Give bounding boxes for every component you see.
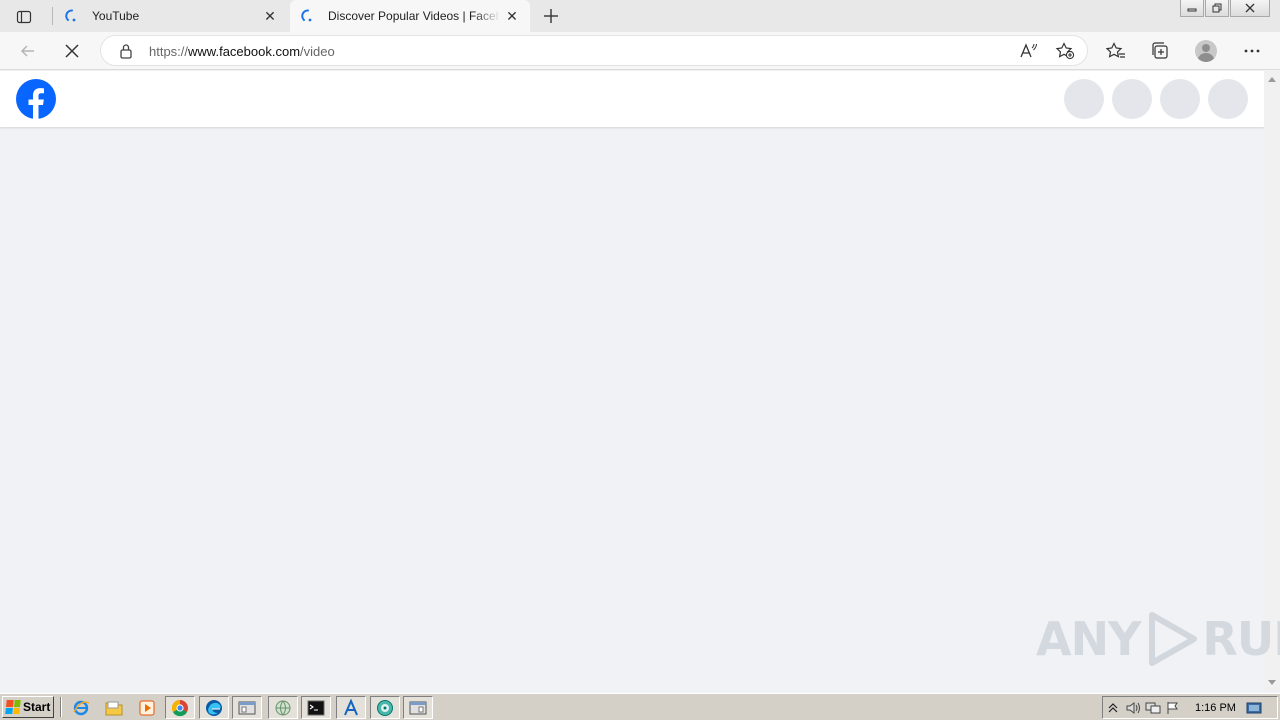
restore-icon [1212,3,1222,13]
globe-settings-icon [275,700,291,715]
stop-loading-button[interactable] [57,37,87,65]
media-player-launch-button[interactable] [132,696,162,719]
letter-a-icon [344,698,358,715]
window2-taskbar-button[interactable] [403,696,433,719]
restore-button[interactable] [1205,0,1229,17]
address-bar[interactable]: https://www.facebook.com/video [100,35,1088,66]
loading-icon [300,8,316,24]
loading-icon [64,8,80,24]
disc-icon [377,699,393,716]
tab-actions-icon [16,10,32,24]
start-label: Start [23,700,51,714]
taskbar-clock[interactable]: 1:16 PM [1195,702,1236,714]
more-options-icon [1244,49,1260,53]
anyrun-watermark: ANY RUN [1036,606,1280,672]
tab-strip: YouTube ✕ Discover Popular Videos | Face… [0,0,1280,32]
add-favorite-button[interactable] [1054,41,1076,61]
stop-icon [65,44,79,58]
volume-icon[interactable] [1123,699,1143,717]
disc-app-taskbar-button[interactable] [370,696,400,719]
profile-button[interactable] [1192,37,1220,65]
back-button[interactable] [13,37,43,65]
favorites-icon [1106,42,1125,58]
internet-explorer-icon [73,700,90,715]
tab-separator [52,7,53,25]
star-add-icon [1055,42,1075,60]
url-scheme: https:// [149,44,189,59]
scroll-down-icon[interactable] [1268,680,1276,685]
system-tray: 1:16 PM [1102,696,1278,719]
favorites-button[interactable] [1102,37,1130,65]
app-window-icon [409,701,427,714]
placeholder-button[interactable] [1160,79,1200,119]
media-player-icon [139,700,155,715]
minimize-icon [1187,8,1197,12]
scroll-up-icon[interactable] [1268,77,1276,82]
tab-title: Discover Popular Videos | Facebook [328,9,500,23]
font-app-taskbar-button[interactable] [336,696,366,719]
network-taskbar-button[interactable] [268,696,298,719]
page-viewport [0,71,1264,691]
close-tab-icon[interactable]: ✕ [500,4,524,28]
back-arrow-icon [20,45,34,57]
facebook-logo-icon[interactable] [16,79,56,119]
watermark-text: RUN [1202,612,1280,666]
tab-title: YouTube [92,9,140,23]
close-window-button[interactable] [1230,0,1270,17]
read-aloud-icon [1020,43,1037,58]
browser-toolbar: https://www.facebook.com/video [0,32,1280,70]
plus-icon [544,9,558,23]
tray-expand-icon[interactable] [1103,699,1123,717]
placeholder-button[interactable] [1208,79,1248,119]
minimize-button[interactable] [1180,0,1204,17]
facebook-header [0,71,1264,127]
windows-logo-icon [5,700,21,714]
explorer-launch-button[interactable] [99,696,129,719]
show-desktop-icon[interactable] [1244,699,1264,717]
edge-icon [206,699,222,716]
app-window-icon [238,701,256,714]
window-controls [1179,0,1270,18]
cmd-taskbar-button[interactable] [301,696,331,719]
start-button[interactable]: Start [2,696,54,718]
new-tab-button[interactable] [538,4,564,28]
watermark-text: ANY [1036,612,1141,666]
tab-youtube[interactable]: YouTube ✕ [54,0,288,32]
play-logo-icon [1149,612,1198,666]
network-icon[interactable] [1143,699,1163,717]
action-center-flag-icon[interactable] [1163,699,1183,717]
tab-actions-button[interactable] [10,6,38,28]
placeholder-button[interactable] [1064,79,1104,119]
avatar [1195,40,1217,62]
url-path: /video [300,44,335,59]
taskbar-separator [60,697,62,717]
url-host: www.facebook.com [188,44,301,59]
chrome-icon [171,699,188,716]
close-tab-icon[interactable]: ✕ [258,4,282,28]
close-icon [1245,3,1255,13]
edge-taskbar-button[interactable] [199,696,229,719]
collections-button[interactable] [1146,37,1174,65]
window-taskbar-button[interactable] [232,696,262,719]
lock-icon[interactable] [119,43,133,59]
ie-launch-button[interactable] [66,696,96,719]
url-text[interactable]: https://www.facebook.com/video [149,44,335,59]
tab-facebook-video[interactable]: Discover Popular Videos | Facebook ✕ [290,0,530,32]
collections-icon [1152,42,1168,59]
chrome-taskbar-button[interactable] [165,696,195,719]
placeholder-button[interactable] [1112,79,1152,119]
settings-menu-button[interactable] [1238,37,1266,65]
taskbar: Start 1:16 PM [0,693,1280,720]
read-aloud-button[interactable] [1018,41,1040,61]
folder-icon [105,701,123,715]
command-prompt-icon [307,700,325,715]
vertical-scrollbar[interactable] [1264,71,1280,691]
